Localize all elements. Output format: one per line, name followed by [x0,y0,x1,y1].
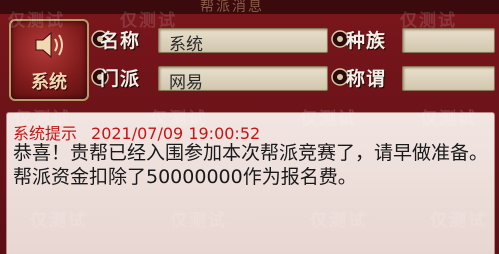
race-field [402,28,495,53]
title-label: 称谓 [346,68,387,90]
title-bar: 帮派消息 [0,0,499,15]
message-body: 恭喜！贵帮已经入围参加本次帮派竞赛了，请早做准备。帮派资金扣除了50000000… [13,142,489,188]
sect-label: 门派 [100,68,141,90]
chat-info-panel: 帮派消息 系统 名称 系统 种族 门派 网易 称谓 系统提示 2021/07/0… [0,0,499,254]
title-field [402,66,495,91]
name-value: 系统 [169,35,203,55]
system-avatar: 系统 [9,19,89,101]
name-field: 系统 [158,28,328,55]
sect-value: 网易 [169,73,203,93]
name-label: 名称 [100,30,141,52]
sect-field: 网易 [158,66,328,93]
speaker-icon [35,31,63,59]
window-title: 帮派消息 [200,0,264,15]
message-box[interactable]: 系统提示 2021/07/09 19:00:52 恭喜！贵帮已经入围参加本次帮派竞… [6,112,495,254]
race-label: 种族 [346,30,387,52]
avatar-label: 系统 [31,72,67,93]
